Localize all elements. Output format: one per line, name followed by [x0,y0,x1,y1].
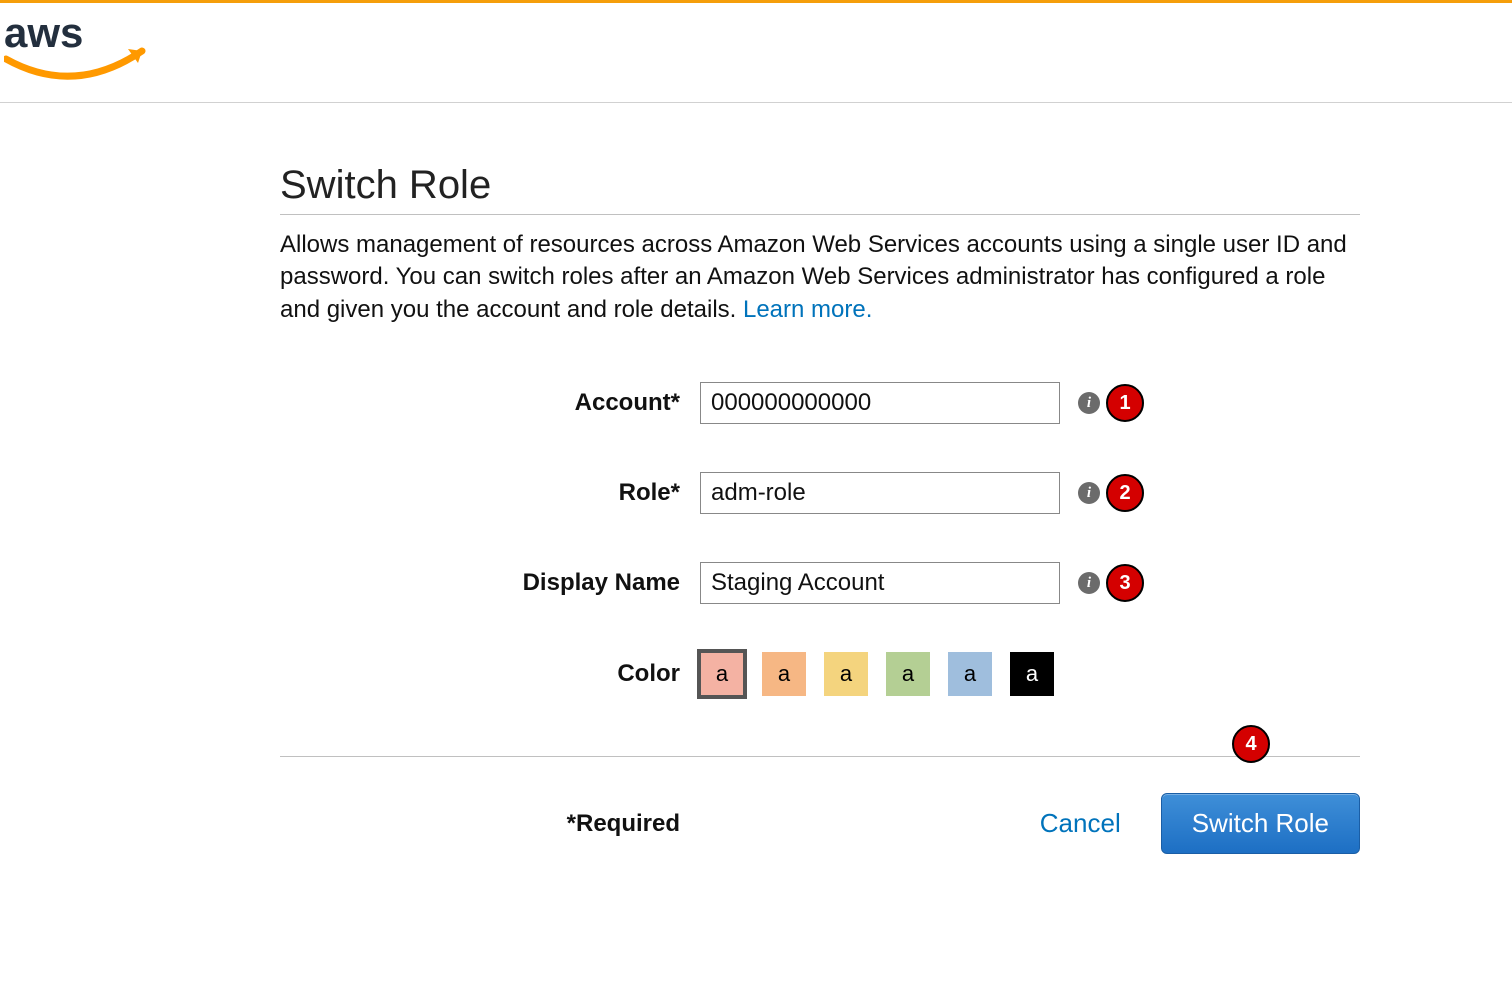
page-title: Switch Role [280,163,1360,215]
required-note: *Required [280,810,700,838]
row-account: Account* i 1 [280,382,1360,424]
header-bar: aws [0,3,1512,103]
color-swatch-0[interactable]: a [700,652,744,696]
role-input[interactable] [700,472,1060,514]
color-swatch-2[interactable]: a [824,652,868,696]
row-color: Color aaaaaa [280,652,1360,696]
color-label: Color [280,660,700,688]
display-name-input[interactable] [700,562,1060,604]
page-description: Allows management of resources across Am… [280,229,1360,326]
main-content: Switch Role Allows management of resourc… [280,163,1360,854]
row-display-name: Display Name i 3 [280,562,1360,604]
annotation-badge-4: 4 [1232,725,1270,763]
account-input[interactable] [700,382,1060,424]
annotation-badge-2: 2 [1106,474,1144,512]
info-icon[interactable]: i [1078,482,1100,504]
footer-separator [280,756,1360,757]
display-name-label: Display Name [280,569,700,597]
info-icon[interactable]: i [1078,572,1100,594]
cancel-button[interactable]: Cancel [1040,808,1121,839]
svg-text:aws: aws [4,9,83,56]
annotation-badge-1: 1 [1106,384,1144,422]
color-swatch-5[interactable]: a [1010,652,1054,696]
color-swatches: aaaaaa [700,652,1054,696]
footer-row: 4 *Required Cancel Switch Role [280,793,1360,854]
color-swatch-1[interactable]: a [762,652,806,696]
info-icon[interactable]: i [1078,392,1100,414]
switch-role-button[interactable]: Switch Role [1161,793,1360,854]
color-swatch-4[interactable]: a [948,652,992,696]
color-swatch-3[interactable]: a [886,652,930,696]
row-role: Role* i 2 [280,472,1360,514]
learn-more-link[interactable]: Learn more. [743,296,872,323]
account-label: Account* [280,389,700,417]
aws-logo: aws [4,9,154,92]
role-label: Role* [280,479,700,507]
annotation-badge-3: 3 [1106,564,1144,602]
